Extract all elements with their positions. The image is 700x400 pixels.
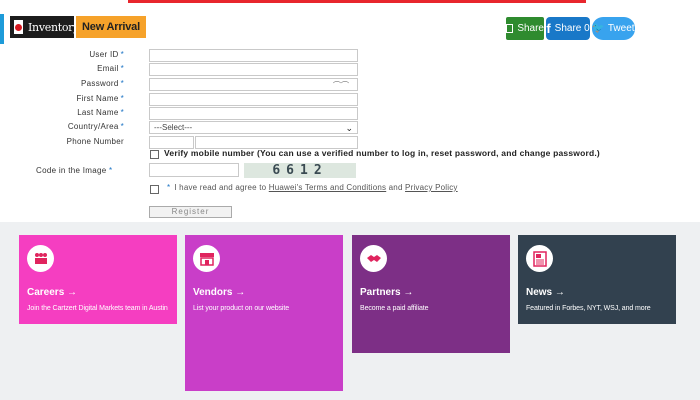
verify-mobile-checkbox[interactable]: [150, 150, 159, 159]
card-desc: Featured in Forbes, NYT, WSJ, and more: [526, 305, 651, 312]
user-id-input[interactable]: [149, 49, 358, 62]
form-row-password: Password * ⌒⌒: [0, 78, 700, 92]
last-name-input[interactable]: [149, 107, 358, 120]
newspaper-icon: [526, 245, 553, 272]
terms-link[interactable]: Huawei's Terms and Conditions: [269, 183, 386, 192]
first-name-input[interactable]: [149, 93, 358, 106]
field-label: Phone Number: [66, 137, 124, 146]
field-label: Password *: [81, 79, 124, 88]
card-desc: Join the Cartzert Digital Markets team i…: [27, 305, 168, 312]
share-email-button[interactable]: Share: [506, 17, 544, 40]
careers-card[interactable]: Careers → Join the Cartzert Digital Mark…: [19, 235, 177, 324]
share-facebook-button[interactable]: f Share 0: [546, 17, 590, 40]
form-row-email: Email *: [0, 63, 700, 77]
store-icon: [193, 245, 220, 272]
page: Inventory New Arrival Share f Share 0 🐦 …: [0, 0, 700, 400]
agree-terms-checkbox[interactable]: [150, 185, 159, 194]
share-email-label: Share: [517, 23, 544, 34]
country-select-value: ---Select---: [154, 123, 193, 132]
top-accent-line: [128, 0, 586, 3]
left-accent-edge: [0, 14, 4, 44]
news-card[interactable]: News → Featured in Forbes, NYT, WSJ, and…: [518, 235, 676, 324]
card-title: News →: [526, 287, 565, 298]
share-facebook-label: Share 0: [554, 23, 590, 34]
card-title: Vendors →: [193, 287, 246, 298]
card-title: Careers →: [27, 287, 78, 298]
envelope-icon: [506, 24, 514, 33]
field-label: User ID *: [89, 50, 124, 59]
captcha-label: Code in the Image *: [36, 166, 113, 175]
people-icon: [27, 245, 54, 272]
card-desc: List your product on our website: [193, 305, 290, 312]
field-label: Country/Area *: [67, 122, 124, 131]
form-row-last-name: Last Name *: [0, 107, 700, 121]
share-twitter-label: Tweet: [607, 23, 635, 34]
new-arrival-button[interactable]: New Arrival: [76, 16, 146, 38]
country-select[interactable]: ---Select--- ⌄: [149, 121, 358, 134]
card-desc: Become a paid affiliate: [360, 305, 429, 312]
field-label: First Name *: [76, 94, 124, 103]
register-button[interactable]: Register: [149, 206, 232, 218]
share-twitter-button[interactable]: 🐦 Tweet: [592, 17, 635, 40]
inventory-button[interactable]: Inventory: [10, 16, 79, 38]
form-row-country: Country/Area * ---Select--- ⌄: [0, 121, 700, 135]
chevron-down-icon: ⌄: [345, 123, 353, 133]
form-row-first-name: First Name *: [0, 93, 700, 107]
email-input[interactable]: [149, 63, 358, 76]
form-row-user-id: User ID *: [0, 49, 700, 63]
arrow-right-icon: →: [554, 287, 565, 298]
facebook-icon: f: [546, 21, 551, 36]
handshake-icon: [360, 245, 387, 272]
arrow-right-icon: →: [403, 287, 414, 298]
twitter-bird-icon: 🐦: [592, 23, 605, 34]
agree-terms-text: * I have read and agree to Huawei's Terms…: [167, 183, 458, 192]
password-input[interactable]: [149, 78, 358, 91]
privacy-link[interactable]: Privacy Policy: [405, 183, 458, 192]
captcha-image[interactable]: 6612: [244, 163, 356, 178]
field-label: Last Name *: [77, 108, 124, 117]
verify-mobile-text: Verify mobile number (You can use a veri…: [164, 148, 600, 158]
arrow-right-icon: →: [67, 287, 78, 298]
flag-icon: [14, 20, 23, 34]
eye-closed-icon[interactable]: ⌒⌒: [333, 80, 349, 91]
field-label: Email *: [97, 64, 124, 73]
partners-card[interactable]: Partners → Become a paid affiliate: [352, 235, 510, 353]
inventory-label: Inventory: [28, 20, 80, 34]
arrow-right-icon: →: [235, 287, 246, 298]
vendors-card[interactable]: Vendors → List your product on our websi…: [185, 235, 343, 391]
captcha-input[interactable]: [149, 163, 239, 177]
card-title: Partners →: [360, 287, 414, 298]
